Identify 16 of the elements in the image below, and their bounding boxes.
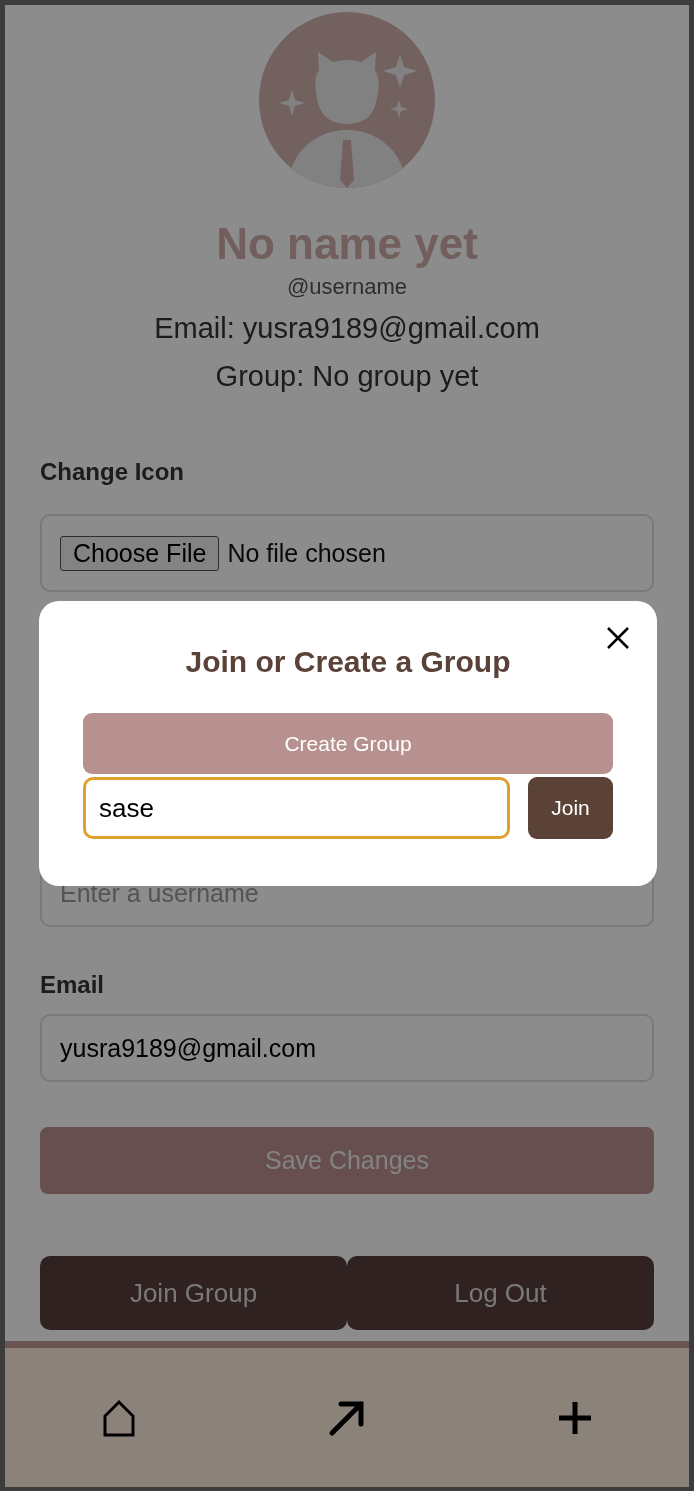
- dialog-title: Join or Create a Group: [185, 645, 511, 679]
- file-input[interactable]: Choose File No file chosen: [40, 514, 654, 592]
- username-handle: @username: [286, 274, 408, 300]
- group-text: Group: No group yet: [215, 359, 479, 394]
- email-text: Email: yusra9189@gmail.com: [154, 311, 540, 346]
- choose-file-button[interactable]: Choose File: [60, 535, 220, 571]
- email-field[interactable]: yusra9189@gmail.com: [40, 1014, 654, 1082]
- group-code-field[interactable]: sase: [83, 777, 510, 839]
- field-label: Email: [40, 971, 105, 999]
- join-button[interactable]: Join: [528, 777, 613, 839]
- action-button[interactable]: Join Group: [40, 1256, 347, 1330]
- create-group-button[interactable]: Create Group: [83, 713, 613, 774]
- close-icon[interactable]: [605, 625, 631, 651]
- field-label: Change Icon: [40, 458, 184, 486]
- file-status: No file chosen: [227, 538, 386, 568]
- action-button[interactable]: Log Out: [347, 1256, 654, 1330]
